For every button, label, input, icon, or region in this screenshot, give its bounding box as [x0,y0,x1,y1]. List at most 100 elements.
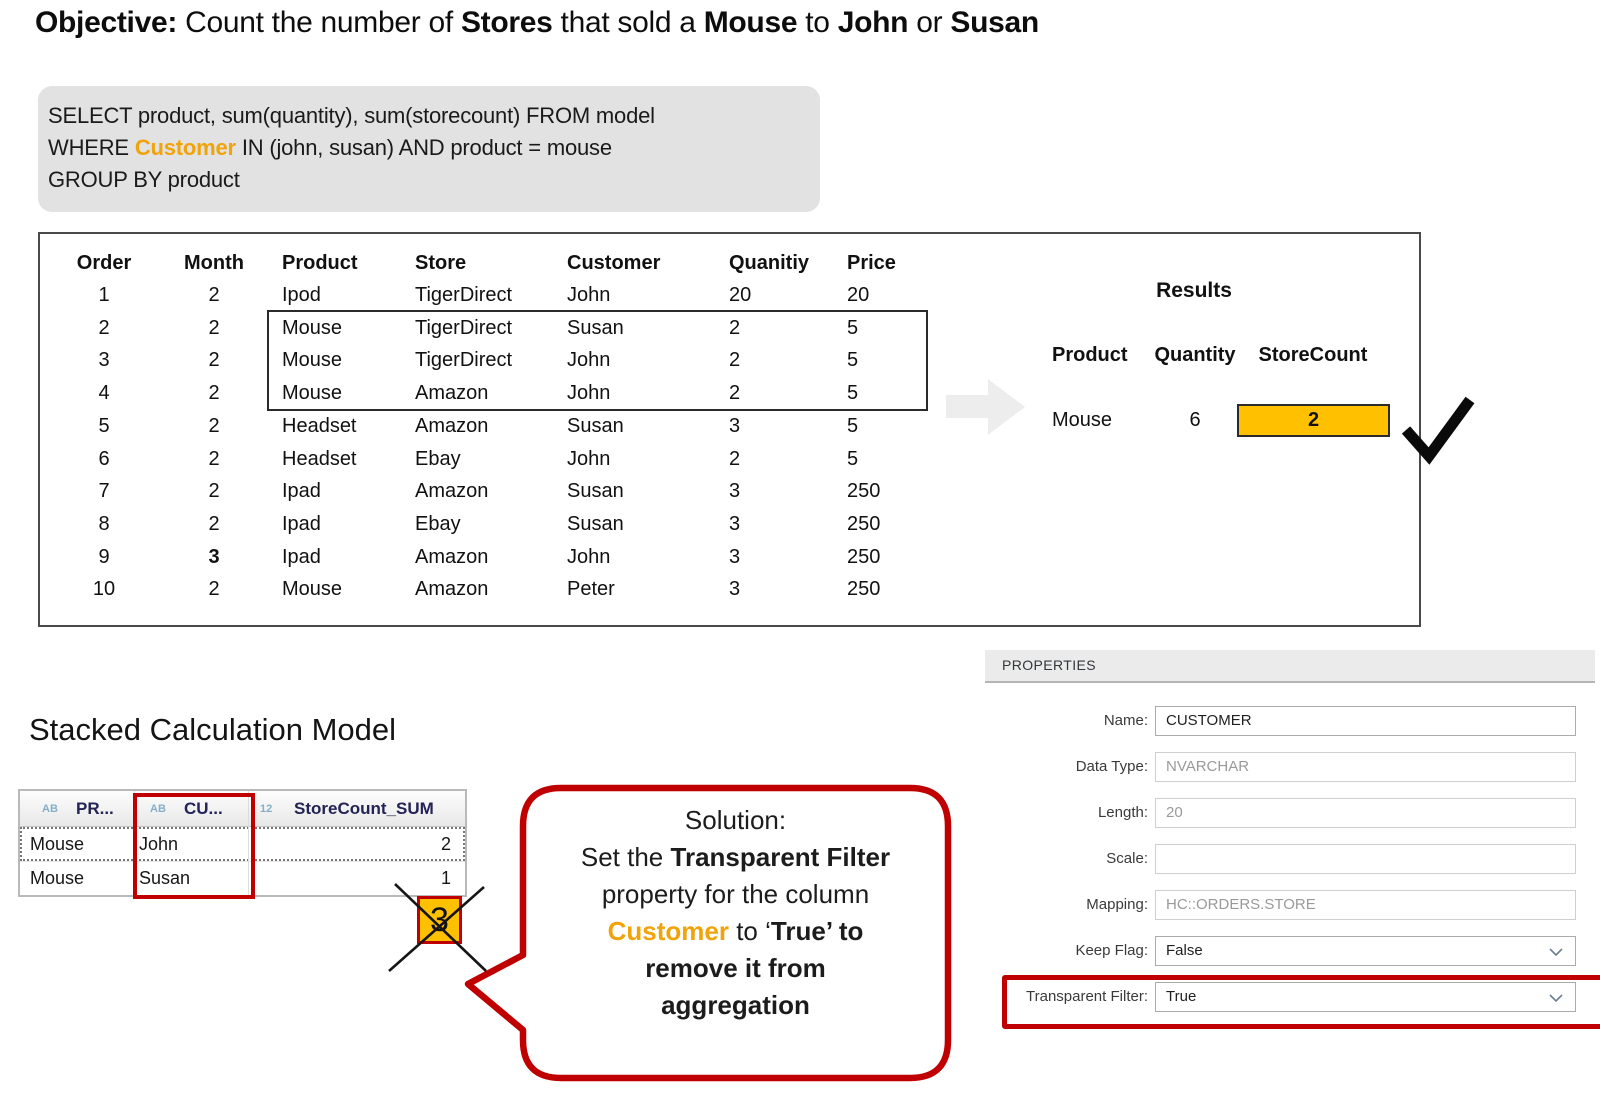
sql-query-box: SELECT product, sum(quantity), sum(store… [38,86,820,212]
orders-cell: 2 [208,382,220,405]
orders-cell: John [567,447,611,470]
orders-row: 5 2 Headset Amazon Susan 3 5 [40,410,960,443]
mouse-rows-highlight [267,310,928,411]
property-input: NVARCHAR [1155,752,1576,782]
title-segment: Mouse [703,6,798,39]
orders-cell: 3 [729,512,741,535]
property-label: Mapping: [1086,896,1148,913]
results-header-product: Product [1052,344,1128,366]
orders-cell: 2 [98,316,110,339]
orders-cell: Amazon [415,578,489,601]
orders-cell: Peter [567,578,615,601]
chevron-down-icon[interactable] [1549,948,1563,956]
callout-segment: to ‘ [728,916,771,946]
grid-cell-product: Mouse [30,834,85,854]
callout-line: Customer to ‘True’ to [523,913,948,950]
callout-segment: property for the column [601,879,870,909]
orders-cell: 250 [847,578,881,601]
orders-row: 7 2 Ipad Amazon Susan 3 250 [40,475,960,508]
title-segment: Susan [950,6,1039,39]
property-label: Name: [1103,712,1148,729]
callout-segment: Solution: [684,805,787,835]
orders-cell: TigerDirect [415,284,513,306]
property-label: Scale: [1106,850,1148,867]
title-segment: Objective: [35,6,178,39]
orders-header-cell: Customer [567,252,661,274]
orders-cell: 7 [98,480,110,503]
orders-row: 8 2 Ipad Ebay Susan 3 250 [40,508,960,541]
callout-segment: aggregation [661,990,810,1020]
grid-column-label: PR... [76,799,114,818]
results-storecount-value: 2 [1307,409,1320,431]
property-value: CUSTOMER [1166,712,1252,729]
orders-cell: Ebay [415,447,461,470]
orders-cell: 2 [729,447,741,470]
orders-cell: Mouse [282,578,343,601]
orders-cell: 3 [729,578,741,601]
orders-cell: 250 [847,512,881,535]
page-title: Objective: Count the number of Stores th… [35,6,1039,40]
orders-header-cell: Price [847,252,896,274]
orders-cell: 4 [98,382,110,405]
property-value: False [1166,942,1203,959]
results-product-value: Mouse [1052,409,1113,431]
grid-cell-storecount: 2 [440,834,451,854]
orders-row: 9 3 Ipad Amazon John 3 250 [40,541,960,574]
orders-cell: Susan [567,480,624,503]
properties-panel-header: PROPERTIES [985,650,1595,683]
sql-text: GROUP BY product [48,167,240,192]
orders-cell: 250 [847,480,881,503]
title-segment: that sold a [552,6,704,39]
results-header-quantity: Quantity [1154,344,1236,366]
callout-line: remove it from [523,950,948,987]
column-type-icon: 12 [260,803,273,815]
orders-cell: 6 [98,447,110,470]
orders-cell: 2 [208,414,220,437]
sql-text: SELECT product, sum(quantity), sum(store… [48,103,655,128]
sql-text: WHERE [48,135,135,160]
orders-cell: Headset [282,414,357,437]
orders-row: 10 2 Mouse Amazon Peter 3 250 [40,573,960,606]
cross-out-icon [388,883,487,972]
orders-cell: 5 [98,414,110,437]
callout-segment: remove it from [645,953,826,983]
orders-cell: 20 [729,284,752,306]
property-dropdown[interactable]: False [1155,936,1576,966]
results-header-storecount: StoreCount [1258,344,1368,366]
orders-table-header: Order Month Product Store Customer Quanitiy Pr… [40,247,960,280]
property-label: Length: [1097,804,1148,821]
callout-line: Set the Transparent Filter [523,839,948,876]
title-segment: to [797,6,838,39]
orders-cell: 2 [208,578,220,601]
callout-text: Solution: Set the Transparent Filter pro… [523,802,948,1024]
orders-cell: 3 [729,480,741,503]
orders-cell: Susan [567,512,624,535]
grid-cell-product: Mouse [30,868,85,888]
callout-line: Solution: [523,802,948,839]
orders-header-cell: Store [415,252,467,274]
orders-cell: Ipad [282,480,321,503]
orders-cell: 3 [208,545,220,568]
property-input: HC::ORDERS.STORE [1155,890,1576,920]
grid-column-label: StoreCount_SUM [294,799,434,818]
orders-cell: Ipad [282,545,321,568]
orders-cell: Headset [282,447,357,470]
property-input[interactable]: CUSTOMER [1155,706,1576,736]
title-segment: John [837,6,909,39]
orders-row: 1 2 Ipod TigerDirect John 20 20 [40,279,960,312]
orders-cell: Susan [567,414,624,437]
sql-customer-keyword: Customer [134,135,236,160]
property-value: NVARCHAR [1166,758,1250,775]
orders-cell: 2 [208,349,220,372]
column-type-icon: AB [42,803,58,815]
orders-cell: 2 [208,447,220,470]
orders-header-cell: Order [76,252,132,274]
orders-cell: Ebay [415,512,461,535]
callout-segment: Transparent Filter [670,842,891,872]
orders-header-cell: Quanitiy [729,252,810,274]
sql-text: IN (john, susan) AND product = mouse [235,135,612,160]
orders-cell: Amazon [415,545,489,568]
orders-cell: 5 [847,447,859,470]
slide-canvas: Objective: Count the number of Stores th… [0,0,1600,1093]
orders-cell: 10 [92,578,116,601]
